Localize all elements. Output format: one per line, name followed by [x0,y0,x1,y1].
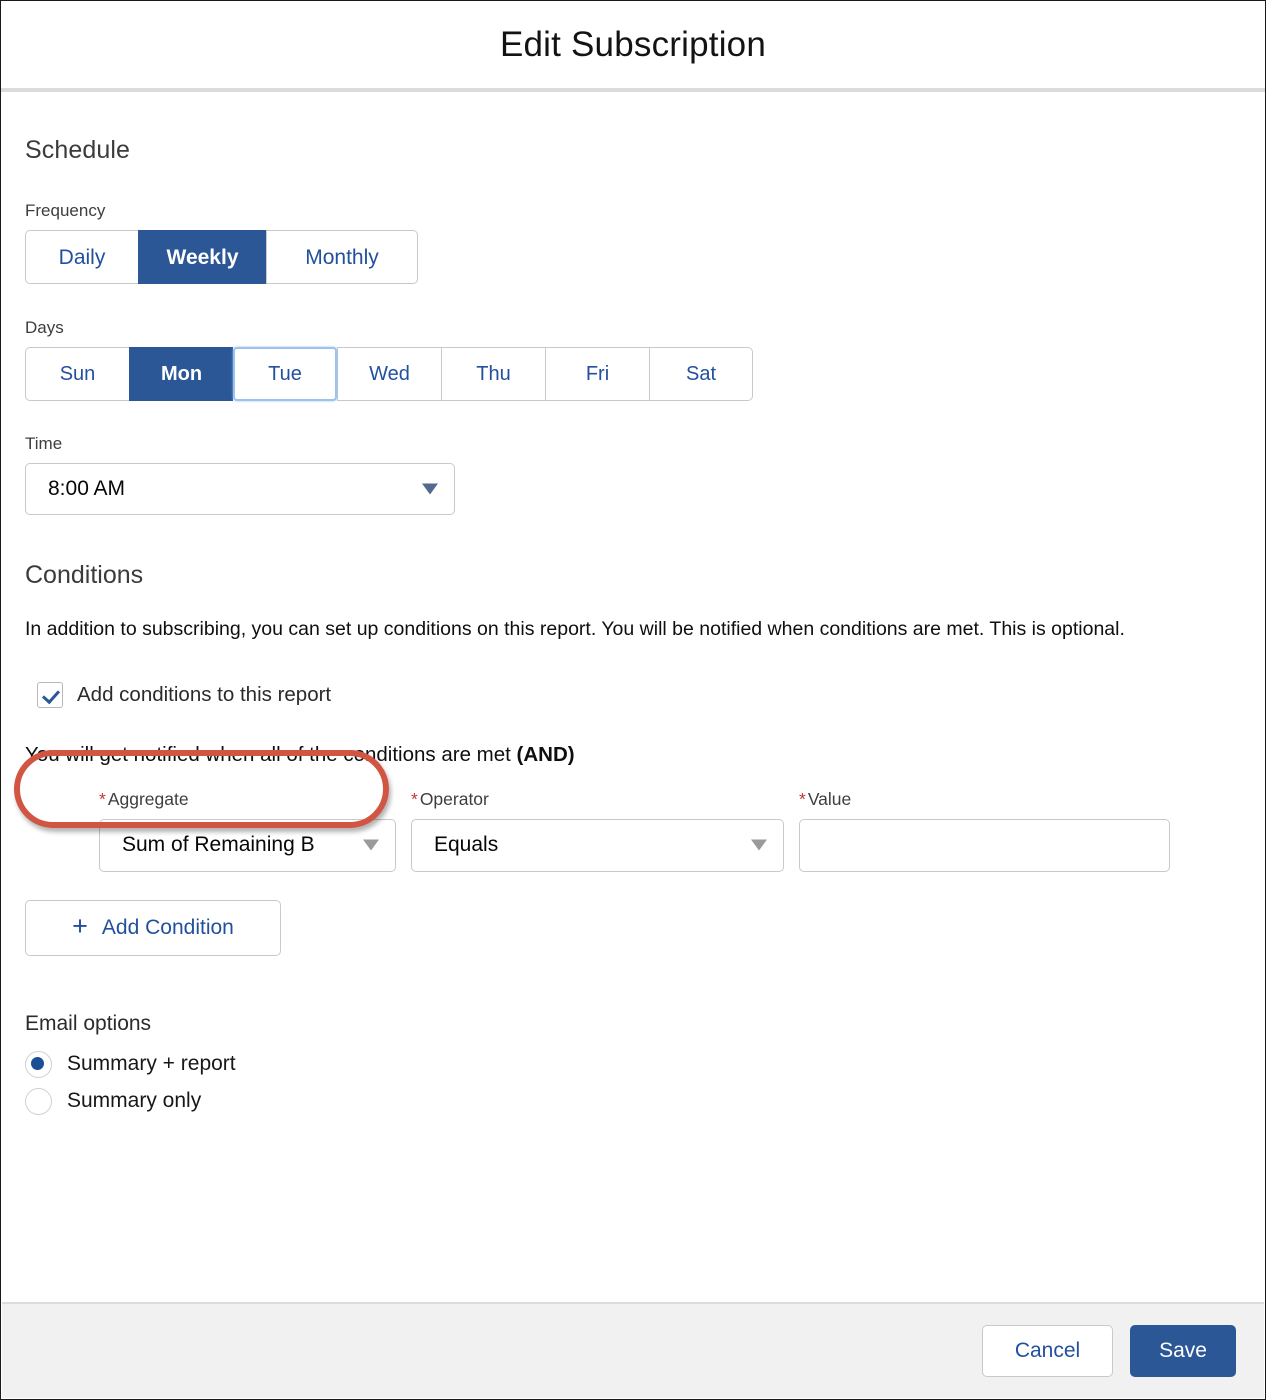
operator-field: * Operator Equals [411,789,784,872]
add-condition-button[interactable]: + Add Condition [25,899,281,956]
required-star: * [411,788,418,809]
modal-header: Edit Subscription [1,1,1265,92]
conditions-and-text: You will get notified when all of the co… [25,743,1241,767]
operator-label: * Operator [411,789,784,810]
day-option-sat[interactable]: Sat [649,347,753,401]
aggregate-label-text: Aggregate [107,788,189,809]
time-label: Time [25,434,63,453]
edit-subscription-modal: Edit Subscription Schedule Frequency Dai… [0,0,1266,1400]
time-select-value[interactable]: 8:00 AM [25,463,455,515]
frequency-label: Frequency [25,201,106,220]
required-star: * [799,788,806,809]
value-label-text: Value [807,788,852,809]
value-label: * Value [799,789,1170,810]
email-option-summary-only[interactable]: Summary only [25,1087,201,1115]
email-options-title: Email options [25,1011,152,1035]
days-button-group[interactable]: Sun Mon Tue Wed Thu Fri Sat [25,347,753,401]
day-option-sun[interactable]: Sun [25,347,129,401]
email-option-label[interactable]: Summary only [67,1089,201,1113]
aggregate-label: * Aggregate [99,789,396,810]
frequency-button-group[interactable]: Daily Weekly Monthly [25,230,418,284]
add-conditions-checkbox-label[interactable]: Add conditions to this report [77,683,331,707]
time-select[interactable]: 8:00 AM [25,463,455,515]
days-label: Days [25,318,64,337]
email-option-label[interactable]: Summary + report [67,1052,236,1076]
and-text-prefix: You will get notified when all of the co… [25,742,517,766]
add-conditions-checkbox-row[interactable]: Add conditions to this report [25,673,341,717]
value-field: * Value [799,789,1170,872]
operator-select[interactable]: Equals [411,818,784,872]
day-option-tue[interactable]: Tue [233,347,337,401]
modal-footer: Cancel Save [2,1302,1264,1398]
plus-icon: + [72,911,88,942]
frequency-option-weekly[interactable]: Weekly [138,230,266,284]
frequency-option-daily[interactable]: Daily [25,230,138,284]
aggregate-select[interactable]: Sum of Remaining B [99,818,396,872]
conditions-description: In addition to subscribing, you can set … [25,618,1125,640]
day-option-thu[interactable]: Thu [441,347,545,401]
day-option-wed[interactable]: Wed [337,347,441,401]
day-option-mon[interactable]: Mon [129,347,233,401]
save-button[interactable]: Save [1130,1325,1236,1377]
required-star: * [99,788,106,809]
and-text-bold: (AND) [516,742,575,766]
day-option-fri[interactable]: Fri [545,347,649,401]
add-conditions-checkbox[interactable] [37,681,63,708]
email-option-summary-report[interactable]: Summary + report [25,1050,236,1078]
condition-row: * Aggregate Sum of Remaining B * Operator … [25,789,1241,872]
value-input[interactable] [799,818,1170,872]
add-condition-label: Add Condition [101,915,234,939]
frequency-option-monthly[interactable]: Monthly [266,230,418,284]
operator-label-text: Operator [419,788,489,809]
aggregate-select-value[interactable]: Sum of Remaining B [99,818,396,872]
conditions-section-title: Conditions [25,561,144,589]
page-title: Edit Subscription [499,24,767,64]
radio-icon-summary-report[interactable] [25,1050,52,1078]
modal-body: Schedule Frequency Daily Weekly Monthly … [1,92,1265,1301]
cancel-button[interactable]: Cancel [982,1325,1113,1377]
radio-icon-summary-only[interactable] [25,1087,52,1115]
aggregate-field: * Aggregate Sum of Remaining B [99,789,396,872]
schedule-section-title: Schedule [25,136,131,164]
operator-select-value[interactable]: Equals [411,818,784,872]
